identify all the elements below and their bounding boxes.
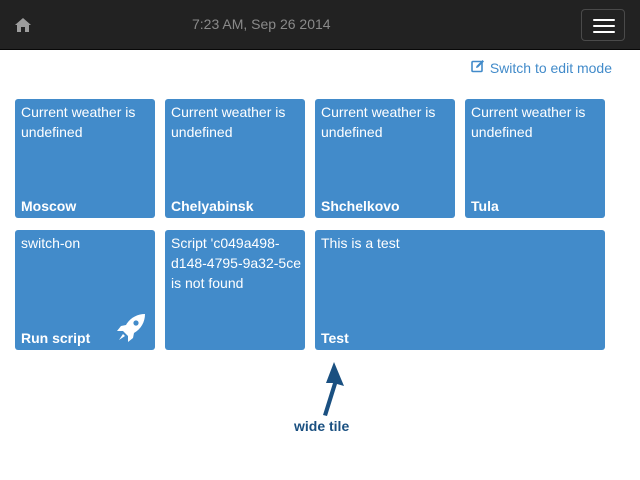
tile-script-not-found[interactable]: Script 'c049a498- d148-4795-9a32-5ce is … [165, 230, 305, 350]
tile-run-script[interactable]: switch-on Run script [15, 230, 155, 350]
edit-icon [471, 59, 485, 76]
tile-chelyabinsk[interactable]: Current weather is undefined Chelyabinsk [165, 99, 305, 218]
tile-description: Current weather is undefined [21, 104, 136, 140]
annotation-arrow-icon [316, 360, 346, 418]
edit-mode-label: Switch to edit mode [489, 59, 612, 76]
rocket-icon [115, 312, 147, 344]
tile-description: Current weather is undefined [321, 104, 436, 140]
wide-tile-annotation: wide tile [294, 418, 350, 434]
tile-description: Current weather is undefined [471, 104, 586, 140]
datetime-display: 7:23 AM, Sep 26 2014 [192, 16, 331, 32]
navbar: 7:23 AM, Sep 26 2014 [0, 0, 640, 50]
hamburger-bar [593, 31, 615, 33]
tile-description: Current weather is undefined [171, 104, 286, 140]
tile-title: Run script [21, 330, 91, 346]
tile-title: Test [321, 330, 349, 346]
tile-title: Tula [471, 198, 499, 214]
tile-moscow[interactable]: Current weather is undefined Moscow [15, 99, 155, 218]
tile-description: switch-on [21, 235, 81, 251]
tile-title: Chelyabinsk [171, 198, 254, 214]
tile-tula[interactable]: Current weather is undefined Tula [465, 99, 605, 218]
switch-to-edit-mode-link[interactable]: Switch to edit mode [471, 59, 612, 76]
home-icon[interactable] [13, 15, 33, 35]
tile-title: Shchelkovo [321, 198, 400, 214]
tile-title: Moscow [21, 198, 77, 214]
tile-description: Script 'c049a498- d148-4795-9a32-5ce is … [171, 235, 301, 291]
tile-shchelkovo[interactable]: Current weather is undefined Shchelkovo [315, 99, 455, 218]
menu-toggle-button[interactable] [581, 9, 625, 41]
tile-description: This is a test [321, 235, 400, 251]
hamburger-menu-icon [593, 19, 615, 21]
tile-test-wide[interactable]: This is a test Test [315, 230, 605, 350]
hamburger-bar [593, 25, 615, 27]
